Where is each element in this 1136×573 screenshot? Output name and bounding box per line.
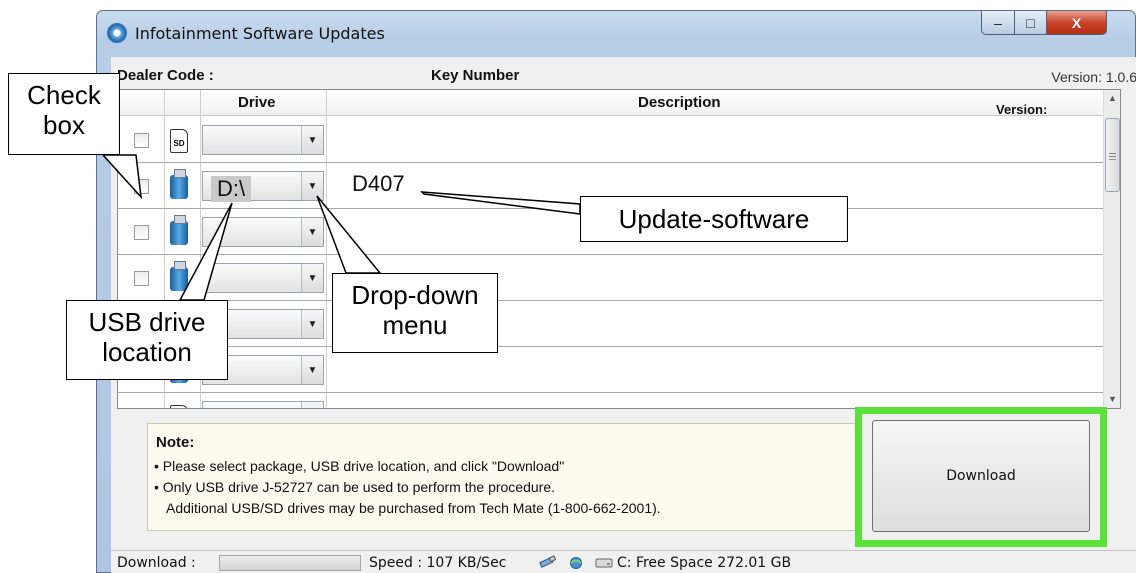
hard-drive-icon: [595, 558, 613, 568]
usb-drive-icon: [170, 169, 188, 199]
callout-text: USB drive: [88, 307, 206, 337]
note-title: Note:: [156, 434, 195, 451]
chevron-down-icon[interactable]: ▼: [301, 356, 323, 384]
grid-header: Drive Description: [118, 90, 1103, 116]
usb-transfer-icon: [539, 555, 557, 568]
row-checkbox[interactable]: [134, 271, 149, 286]
chevron-down-icon[interactable]: ▼: [301, 172, 323, 200]
drive-dropdown[interactable]: ▼: [202, 125, 324, 155]
title-bar: Infotainment Software Updates – □ X: [97, 11, 1135, 57]
dealer-code-label: Dealer Code :: [117, 67, 214, 84]
chevron-down-icon[interactable]: ▼: [301, 402, 323, 408]
drive-dropdown[interactable]: ▼: [202, 217, 324, 247]
drive-dropdown[interactable]: ▼: [202, 263, 324, 293]
chevron-down-icon[interactable]: ▼: [301, 218, 323, 246]
table-row[interactable]: SD ▼: [118, 117, 1103, 163]
download-progress: [219, 555, 361, 571]
column-description[interactable]: Description: [638, 94, 721, 111]
app-version: Version: 1.0.6: [1051, 69, 1136, 85]
chevron-down-icon[interactable]: ▼: [301, 264, 323, 292]
note-line: • Only USB drive J-52727 can be used to …: [154, 479, 556, 495]
scroll-thumb[interactable]: [1105, 118, 1120, 192]
package-grid[interactable]: Drive Description Version: SD ▼ D:\ ▼ D407 ▼ ▼…: [117, 89, 1121, 409]
download-button[interactable]: Download: [872, 420, 1090, 532]
vertical-scrollbar[interactable]: ▲ ▼: [1103, 90, 1120, 408]
speed-label: Speed : 107 KB/Sec: [369, 555, 507, 571]
chevron-down-icon[interactable]: ▼: [301, 126, 323, 154]
usb-drive-icon: [170, 261, 188, 291]
callout-update-software: Update-software: [580, 196, 848, 242]
note-panel: Note: • Please select package, USB drive…: [147, 423, 871, 531]
app-icon: [107, 23, 127, 43]
column-drive[interactable]: Drive: [238, 94, 276, 111]
callout-text: box: [43, 110, 85, 140]
callout-text: Check: [27, 80, 101, 110]
drive-dropdown[interactable]: ▼: [202, 401, 324, 408]
drive-dropdown[interactable]: D:\ ▼: [202, 171, 324, 202]
scroll-down-icon[interactable]: ▼: [1104, 391, 1120, 408]
client-area: Dealer Code : Key Number Version: 1.0.6 …: [111, 57, 1136, 573]
chevron-down-icon[interactable]: ▼: [301, 310, 323, 338]
free-space-label: C: Free Space 272.01 GB: [617, 555, 792, 571]
callout-text: location: [102, 337, 192, 367]
download-highlight: Download: [855, 407, 1107, 547]
download-label: Download :: [117, 555, 196, 571]
row-checkbox[interactable]: [134, 133, 149, 148]
app-window: Infotainment Software Updates – □ X Deal…: [96, 10, 1136, 573]
key-number-label: Key Number: [431, 67, 520, 84]
usb-drive-icon: [170, 215, 188, 245]
scroll-up-icon[interactable]: ▲: [1104, 90, 1120, 107]
window-title: Infotainment Software Updates: [135, 24, 385, 43]
drive-value: D:\: [211, 176, 252, 202]
row-checkbox[interactable]: [134, 179, 149, 194]
sd-card-icon: [170, 405, 188, 408]
note-line: Additional USB/SD drives may be purchase…: [166, 500, 661, 516]
table-row[interactable]: ▼: [118, 301, 1103, 347]
network-globe-icon: [570, 557, 582, 569]
table-row[interactable]: ▼: [118, 347, 1103, 393]
callout-drop-down: Drop-down menu: [332, 273, 498, 353]
minimize-button[interactable]: –: [981, 11, 1015, 35]
row-checkbox[interactable]: [134, 225, 149, 240]
table-row[interactable]: ▼: [118, 255, 1103, 301]
note-line: • Please select package, USB drive locat…: [154, 458, 565, 474]
callout-check-box: Check box: [8, 73, 120, 155]
callout-text: Drop-down: [351, 280, 479, 310]
row-description: D407: [352, 171, 405, 196]
callout-text: menu: [382, 310, 448, 340]
sd-card-icon: SD: [170, 129, 188, 153]
column-version: Version:: [996, 102, 1048, 117]
close-button[interactable]: X: [1046, 11, 1107, 35]
callout-usb-drive: USB drive location: [66, 300, 228, 380]
maximize-button[interactable]: □: [1014, 11, 1047, 35]
status-bar: Download : Speed : 107 KB/Sec C: Free Sp…: [111, 550, 1136, 573]
